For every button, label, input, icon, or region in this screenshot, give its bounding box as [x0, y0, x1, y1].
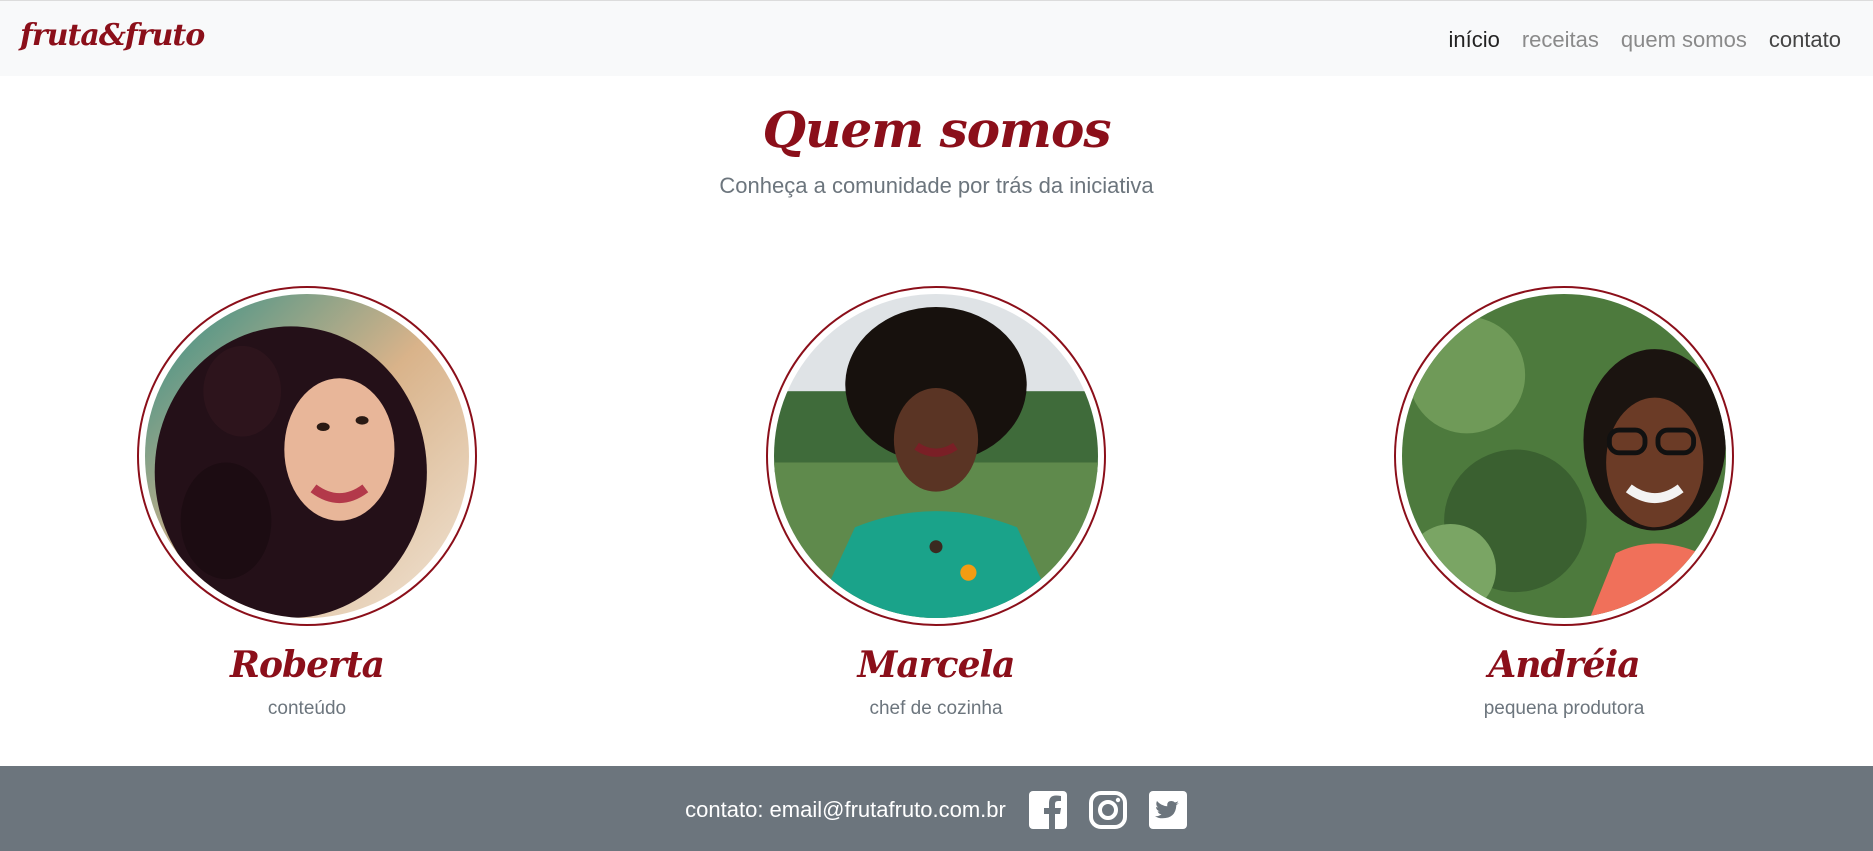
member-role: conteúdo [267, 698, 347, 719]
twitter-icon[interactable] [1148, 790, 1188, 830]
member-role: pequena produtora [1483, 698, 1645, 719]
member-card-marcela: Marcela chef de cozinha [766, 286, 1106, 720]
member-name: Marcela [857, 644, 1016, 686]
nav-item-inicio[interactable]: início [1448, 27, 1499, 53]
member-card-andreia: Andréia pequena produtora [1394, 286, 1734, 720]
member-name: Roberta [230, 644, 385, 686]
footer-content: contato: email@frutafruto.com.br [0, 790, 1873, 830]
member-card-roberta: Roberta conteúdo [137, 286, 477, 720]
page-subtitle: Conheça a comunidade por trás da iniciat… [719, 173, 1154, 198]
avatar-ring [766, 286, 1106, 626]
footer: contato: email@frutafruto.com.br [0, 766, 1873, 851]
avatar-ring [137, 286, 477, 626]
brand-logo[interactable]: fruta&fruto [20, 18, 205, 53]
avatar-marcela [774, 294, 1098, 618]
footer-contact: contato: email@frutafruto.com.br [685, 797, 1006, 822]
nav-item-quem-somos[interactable]: quem somos [1621, 27, 1747, 53]
member-name: Andréia [1488, 644, 1640, 686]
nav-item-contato[interactable]: contato [1769, 27, 1841, 53]
avatar-ring [1394, 286, 1734, 626]
avatar-andreia [1402, 294, 1726, 618]
nav-item-receitas[interactable]: receitas [1522, 27, 1599, 53]
page-title: Quem somos [762, 100, 1112, 159]
avatar-roberta [145, 294, 469, 618]
facebook-icon[interactable] [1028, 790, 1068, 830]
instagram-icon[interactable] [1088, 790, 1128, 830]
member-role: chef de cozinha [869, 698, 1003, 719]
navbar: fruta&fruto início receitas quem somos c… [0, 0, 1873, 76]
nav-links: início receitas quem somos contato [1448, 27, 1841, 53]
